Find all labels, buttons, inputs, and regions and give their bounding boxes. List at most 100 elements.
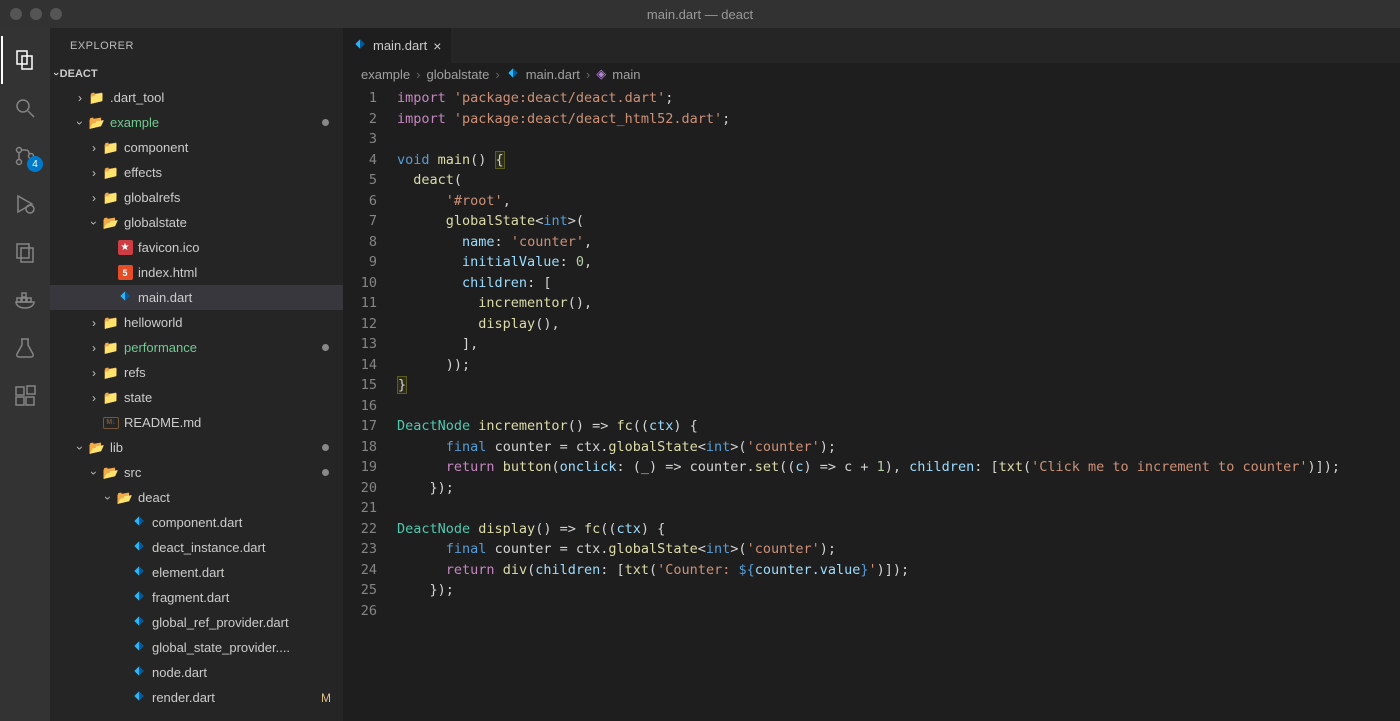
folder-item[interactable]: 📂 deact: [50, 485, 343, 510]
tree-root-header[interactable]: DEACT: [50, 63, 343, 85]
editor-area: main.dart × example › globalstate › main…: [343, 28, 1400, 721]
folder-item[interactable]: 📂 lib: [50, 435, 343, 460]
folder-icon: 📁: [102, 340, 120, 356]
file-item[interactable]: global_state_provider....: [50, 635, 343, 660]
file-icon: [130, 664, 148, 681]
item-label: global_ref_provider.dart: [152, 615, 289, 630]
chevron-icon: [86, 316, 102, 330]
file-item[interactable]: deact_instance.dart: [50, 535, 343, 560]
file-icon: [130, 689, 148, 706]
tab-main-dart[interactable]: main.dart ×: [343, 28, 452, 63]
folder-item[interactable]: 📂src: [50, 460, 343, 485]
chevron-icon: [86, 216, 102, 230]
line-gutter: 1234567891011121314151617181920212223242…: [343, 85, 397, 721]
item-label: performance: [124, 340, 197, 355]
file-item[interactable]: 5index.html: [50, 260, 343, 285]
folder-icon: 📁: [102, 365, 120, 381]
file-tree[interactable]: 📁.dart_tool📂example📁component📁effects📁gl…: [50, 85, 343, 721]
close-tab-icon[interactable]: ×: [433, 38, 441, 54]
breadcrumb-part[interactable]: main: [612, 67, 640, 82]
folder-item[interactable]: 📁effects: [50, 160, 343, 185]
chevron-right-icon: ›: [416, 67, 420, 82]
chevron-icon: [86, 191, 102, 205]
search-activity[interactable]: [1, 84, 49, 132]
references-activity[interactable]: [1, 228, 49, 276]
folder-item[interactable]: 📂example: [50, 110, 343, 135]
docker-activity[interactable]: [1, 276, 49, 324]
chevron-icon: [86, 366, 102, 380]
chevron-icon: [86, 466, 102, 480]
chevron-right-icon: ›: [495, 67, 499, 82]
file-icon: [130, 589, 148, 606]
file-item[interactable]: element.dart: [50, 560, 343, 585]
item-label: example: [110, 115, 159, 130]
chevron-icon: [86, 166, 102, 180]
folder-icon: 📁: [102, 140, 120, 156]
item-label: component: [124, 140, 188, 155]
breadcrumb-part[interactable]: globalstate: [426, 67, 489, 82]
maximize-window-button[interactable]: [50, 8, 62, 20]
minimize-window-button[interactable]: [30, 8, 42, 20]
folder-item[interactable]: 📂globalstate: [50, 210, 343, 235]
file-icon: 5: [116, 265, 134, 280]
file-icon: [116, 289, 134, 306]
breadcrumbs[interactable]: example › globalstate › main.dart › ◈ ma…: [343, 63, 1400, 85]
file-item[interactable]: main.dart: [50, 285, 343, 310]
file-icon: M↓: [102, 417, 120, 429]
close-window-button[interactable]: [10, 8, 22, 20]
item-label: element.dart: [152, 565, 224, 580]
file-icon: [130, 539, 148, 556]
git-dirty-indicator: [322, 469, 329, 476]
extensions-activity[interactable]: [1, 372, 49, 420]
breadcrumb-part[interactable]: main.dart: [526, 67, 580, 82]
git-modified-indicator: M: [321, 691, 331, 705]
sidebar: EXPLORER DEACT 📁.dart_tool📂example📁compo…: [50, 28, 343, 721]
folder-icon: 📂: [102, 215, 120, 231]
titlebar: main.dart — deact: [0, 0, 1400, 28]
debug-activity[interactable]: [1, 180, 49, 228]
file-item[interactable]: M↓ README.md: [50, 410, 343, 435]
folder-item[interactable]: 📁 refs: [50, 360, 343, 385]
folder-item[interactable]: 📁globalrefs: [50, 185, 343, 210]
dart-file-icon: [506, 66, 520, 83]
folder-item[interactable]: 📁helloworld: [50, 310, 343, 335]
item-label: .dart_tool: [110, 90, 164, 105]
item-label: component.dart: [152, 515, 242, 530]
main-area: 4 EXPLORER DEACT 📁.dart_tool📂example📁com…: [0, 28, 1400, 721]
file-icon: [130, 514, 148, 531]
folder-item[interactable]: 📁 component: [50, 135, 343, 160]
git-dirty-indicator: [322, 119, 329, 126]
code-editor[interactable]: 1234567891011121314151617181920212223242…: [343, 85, 1400, 721]
test-activity[interactable]: [1, 324, 49, 372]
item-label: main.dart: [138, 290, 192, 305]
item-label: effects: [124, 165, 162, 180]
folder-icon: 📁: [102, 315, 120, 331]
code-content[interactable]: import 'package:deact/deact.dart';import…: [397, 85, 1400, 721]
scm-activity[interactable]: 4: [1, 132, 49, 180]
file-item[interactable]: component.dart: [50, 510, 343, 535]
folder-item[interactable]: 📁.dart_tool: [50, 85, 343, 110]
file-icon: [130, 614, 148, 631]
chevron-icon: [72, 91, 88, 105]
folder-item[interactable]: 📁 performance: [50, 335, 343, 360]
file-item[interactable]: global_ref_provider.dart: [50, 610, 343, 635]
item-label: src: [124, 465, 141, 480]
item-label: refs: [124, 365, 146, 380]
folder-icon: 📂: [116, 490, 134, 506]
item-label: node.dart: [152, 665, 207, 680]
explorer-activity[interactable]: [1, 36, 49, 84]
folder-item[interactable]: 📁state: [50, 385, 343, 410]
item-label: global_state_provider....: [152, 640, 290, 655]
file-item[interactable]: ★favicon.ico: [50, 235, 343, 260]
file-item[interactable]: render.dartM: [50, 685, 343, 710]
folder-icon: 📂: [88, 440, 106, 456]
window-title: main.dart — deact: [647, 7, 753, 22]
file-item[interactable]: node.dart: [50, 660, 343, 685]
root-label: DEACT: [60, 68, 98, 80]
chevron-icon: [86, 341, 102, 355]
breadcrumb-part[interactable]: example: [361, 67, 410, 82]
item-label: deact: [138, 490, 170, 505]
file-item[interactable]: fragment.dart: [50, 585, 343, 610]
item-label: lib: [110, 440, 123, 455]
item-label: README.md: [124, 415, 201, 430]
